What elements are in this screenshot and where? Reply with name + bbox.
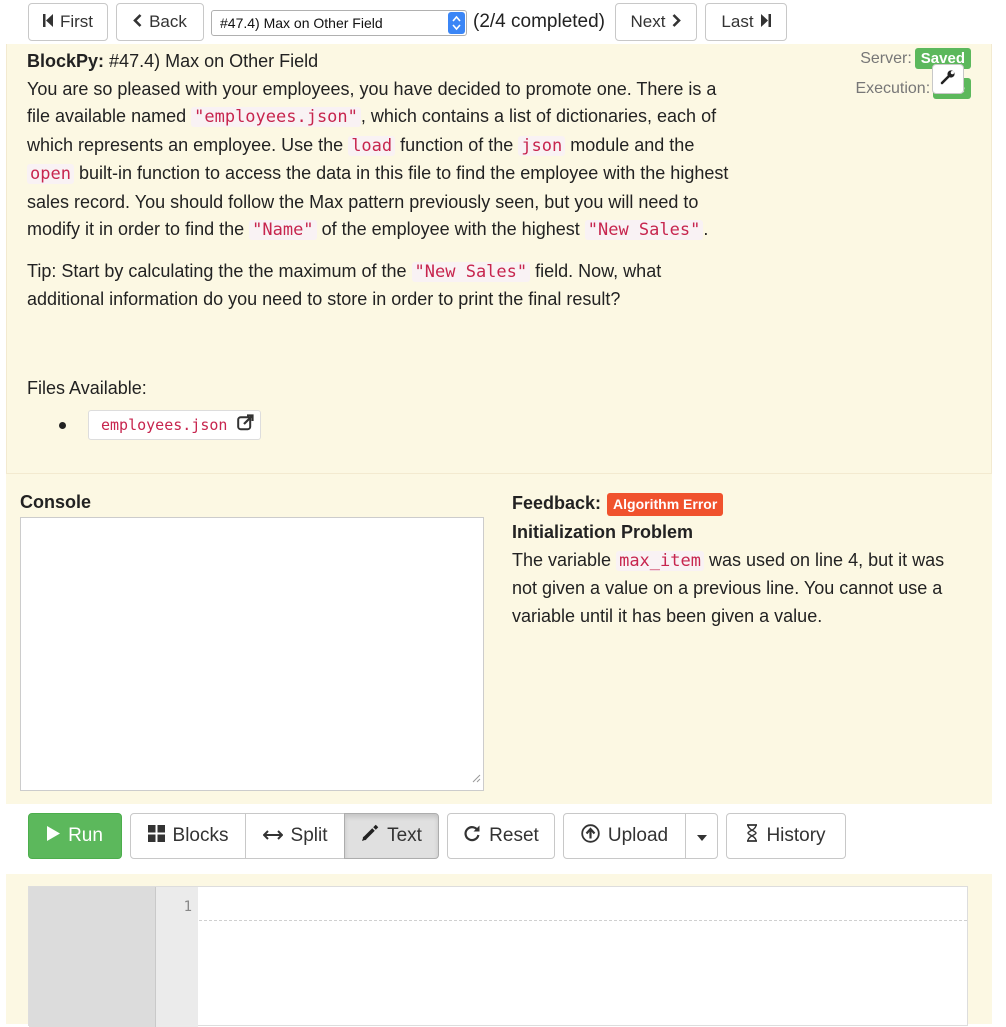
resize-handle-icon[interactable] bbox=[472, 770, 481, 788]
bullet-icon bbox=[59, 421, 66, 429]
list-item: employees.json bbox=[59, 410, 262, 440]
console-title: Console bbox=[20, 492, 92, 512]
file-name: employees.json bbox=[101, 416, 228, 434]
first-button[interactable]: First bbox=[28, 3, 108, 41]
blocks-icon bbox=[147, 824, 165, 848]
external-link-icon bbox=[237, 414, 255, 436]
editor-panel: 1 bbox=[6, 874, 992, 1027]
file-link[interactable]: employees.json bbox=[88, 410, 262, 440]
instructions-text: BlockPy: #47.4) Max on Other Field You a… bbox=[27, 48, 737, 314]
assignment-title: #47.4) Max on Other Field bbox=[109, 51, 319, 71]
select-arrows-icon bbox=[448, 12, 465, 34]
instructions-tip: Tip: Start by calculating the the maximu… bbox=[27, 258, 737, 314]
text-run: . bbox=[703, 219, 709, 239]
back-label: Back bbox=[149, 12, 187, 31]
blocks-label: Blocks bbox=[172, 825, 229, 846]
feedback-message: The variable max_item was used on line 4… bbox=[512, 547, 972, 631]
last-button[interactable]: Last bbox=[705, 3, 787, 41]
first-label: First bbox=[59, 12, 94, 31]
history-button[interactable]: History bbox=[726, 813, 846, 859]
run-button[interactable]: Run bbox=[28, 813, 122, 859]
editor-side-gutter bbox=[29, 887, 155, 1027]
split-button[interactable]: Split bbox=[245, 813, 345, 859]
step-backward-icon bbox=[42, 12, 53, 32]
refresh-icon bbox=[463, 824, 481, 848]
text-label: Text bbox=[387, 825, 422, 846]
split-label: Split bbox=[290, 825, 328, 846]
run-label: Run bbox=[68, 825, 103, 846]
code-new-sales: "New Sales" bbox=[411, 261, 531, 282]
line-number-gutter: 1 bbox=[155, 887, 198, 1027]
instructions-paragraph: You are so pleased with your employees, … bbox=[27, 76, 737, 245]
code-new-sales: "New Sales" bbox=[584, 220, 704, 240]
pencil-icon bbox=[361, 824, 379, 848]
code-variable: max_item bbox=[616, 550, 704, 571]
upload-icon bbox=[581, 823, 600, 849]
arrows-horizontal-icon bbox=[262, 825, 283, 847]
code-open: open bbox=[27, 164, 74, 184]
console-output[interactable] bbox=[20, 517, 484, 791]
settings-button[interactable] bbox=[932, 64, 964, 94]
text-run: function of the bbox=[400, 134, 514, 155]
code-filename: "employees.json" bbox=[191, 107, 361, 127]
upload-dropdown-toggle[interactable] bbox=[685, 813, 718, 859]
instructions-title: BlockPy: #47.4) Max on Other Field bbox=[27, 48, 737, 76]
reset-button[interactable]: Reset bbox=[447, 813, 555, 859]
execution-label: Execution: bbox=[855, 79, 931, 97]
code-json: json bbox=[518, 135, 566, 156]
text-run: of the employee with the highest bbox=[321, 219, 580, 239]
chevron-left-icon bbox=[133, 12, 142, 32]
last-label: Last bbox=[721, 12, 754, 31]
step-forward-icon bbox=[760, 12, 771, 32]
code-load: load bbox=[348, 135, 396, 156]
chevron-right-icon bbox=[672, 12, 682, 32]
wrench-icon bbox=[940, 69, 956, 90]
back-button[interactable]: Back bbox=[116, 3, 204, 41]
next-label: Next bbox=[630, 12, 666, 31]
text-run: The variable bbox=[512, 549, 612, 570]
progress-text: (2/4 completed) bbox=[473, 11, 606, 32]
text-button[interactable]: Text bbox=[344, 813, 439, 859]
text-run: module and the bbox=[570, 134, 695, 155]
feedback-error-badge: Algorithm Error bbox=[607, 492, 724, 516]
feedback-panel: Feedback: Algorithm Error Initialization… bbox=[512, 492, 972, 630]
reset-label: Reset bbox=[489, 825, 539, 846]
editor-line[interactable] bbox=[199, 920, 967, 921]
text-run: Tip: Start by calculating the the maximu… bbox=[27, 260, 407, 281]
code-name: "Name" bbox=[249, 220, 317, 240]
next-button[interactable]: Next bbox=[615, 3, 697, 41]
files-available-label: Files Available: bbox=[27, 378, 147, 398]
blocks-button[interactable]: Blocks bbox=[130, 813, 246, 859]
upload-button[interactable]: Upload bbox=[563, 813, 686, 859]
assignment-select-value: #47.4) Max on Other Field bbox=[220, 15, 383, 31]
caret-down-icon bbox=[696, 825, 707, 847]
brand-label: BlockPy: bbox=[27, 51, 105, 71]
assignment-select[interactable]: #47.4) Max on Other Field bbox=[211, 10, 467, 36]
instructions-panel: BlockPy: #47.4) Max on Other Field You a… bbox=[6, 44, 992, 474]
server-label: Server: bbox=[860, 49, 912, 67]
assignment-navbar: First Back #47.4) Max on Other Field (2/… bbox=[0, 0, 1006, 44]
hourglass-icon bbox=[746, 824, 758, 848]
editor-toolbar: Run Blocks Split Text Reset Upload Histo… bbox=[0, 804, 1006, 874]
play-icon bbox=[47, 825, 61, 847]
upload-label: Upload bbox=[607, 825, 669, 846]
history-label: History bbox=[766, 825, 826, 846]
feedback-heading: Initialization Problem bbox=[512, 522, 694, 542]
line-number: 1 bbox=[183, 899, 192, 915]
feedback-label: Feedback: bbox=[512, 493, 602, 514]
code-editor[interactable]: 1 bbox=[28, 886, 968, 1027]
console-feedback-panel: Console Feedback: Algorithm Error Initia… bbox=[6, 474, 992, 804]
